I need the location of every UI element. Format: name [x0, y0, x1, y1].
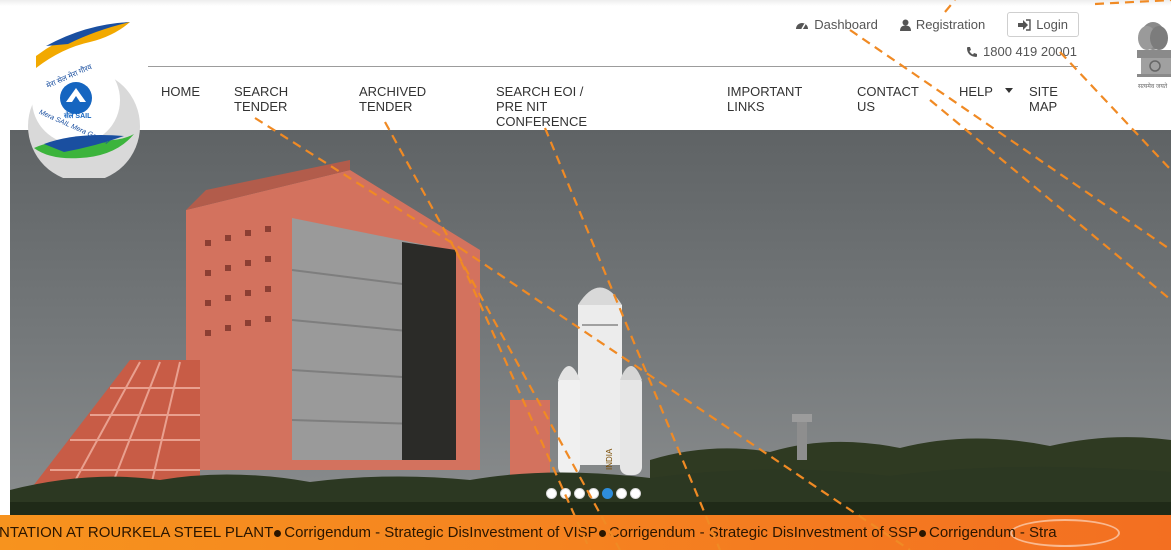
- nav-archived-tender[interactable]: ARCHIVED TENDER: [359, 84, 426, 114]
- nav-divider: [148, 66, 1078, 67]
- slide-dot[interactable]: [616, 488, 627, 499]
- logo-center-text: सेल SAIL: [63, 111, 92, 120]
- national-emblem: सत्यमेव जयते: [1125, 14, 1171, 94]
- ticker-item[interactable]: Corrigendum - Strategic DisInvestment of…: [609, 524, 918, 541]
- bullet-icon: [919, 529, 926, 537]
- sign-in-icon: [1018, 18, 1031, 31]
- nav-site-map[interactable]: SITE MAP: [1029, 84, 1058, 114]
- nav-contact-us[interactable]: CONTACT US: [857, 84, 919, 114]
- news-ticker[interactable]: NTATION AT ROURKELA STEEL PLANT Corrigend…: [0, 515, 1171, 550]
- registration-label: Registration: [915, 17, 986, 32]
- ticker-item[interactable]: Corrigendum - Stra: [929, 524, 1057, 541]
- rocket-text: INDIA: [605, 448, 614, 470]
- emblem-caption: सत्यमेव जयते: [1138, 82, 1168, 90]
- ticker-text: NTATION AT ROURKELA STEEL PLANT Corrigend…: [0, 524, 1057, 541]
- chevron-down-icon[interactable]: [1005, 88, 1013, 93]
- slide-dot[interactable]: [546, 488, 557, 499]
- bullet-icon: [598, 529, 606, 537]
- ticker-item[interactable]: NTATION AT ROURKELA STEEL PLANT: [0, 524, 273, 541]
- slide-dot-active[interactable]: [602, 488, 613, 499]
- login-button[interactable]: Login: [1007, 12, 1079, 37]
- nav-home[interactable]: HOME: [161, 84, 200, 99]
- slide-dot[interactable]: [630, 488, 641, 499]
- slide-dot[interactable]: [560, 488, 571, 499]
- header: Dashboard Registration Login 1800 419 20…: [0, 0, 1171, 130]
- phone-number: 1800 419 20001: [983, 44, 1077, 59]
- slider-dots: [546, 488, 641, 499]
- nav-help[interactable]: HELP: [959, 84, 993, 99]
- dashboard-icon: [796, 22, 809, 29]
- login-label: Login: [1036, 17, 1068, 32]
- header-shadow: [0, 0, 1171, 6]
- registration-link[interactable]: Registration: [899, 17, 986, 32]
- utility-links: Dashboard Registration Login: [795, 12, 1079, 37]
- phone-icon: [967, 46, 978, 57]
- helpline: 1800 419 20001: [966, 44, 1077, 59]
- nav-important-links[interactable]: IMPORTANT LINKS: [727, 84, 802, 114]
- bullet-icon: [274, 529, 282, 537]
- ticker-item[interactable]: Corrigendum - Strategic DisInvestment of…: [284, 524, 597, 541]
- nav-search-eoi[interactable]: SEARCH EOI / PRE NIT CONFERENCE: [496, 84, 587, 129]
- dashboard-link[interactable]: Dashboard: [795, 17, 878, 32]
- hero-image: INDIA: [10, 130, 1171, 515]
- sail-logo[interactable]: सेल SAIL मेरा सेल मेरा गौरव Mera SAIL Me…: [16, 18, 142, 182]
- user-icon: [899, 19, 911, 31]
- slide-dot[interactable]: [574, 488, 585, 499]
- slide-dot[interactable]: [588, 488, 599, 499]
- nav-search-tender[interactable]: SEARCH TENDER: [234, 84, 288, 114]
- hero-slider[interactable]: INDIA: [10, 130, 1171, 515]
- dashboard-label: Dashboard: [814, 17, 878, 32]
